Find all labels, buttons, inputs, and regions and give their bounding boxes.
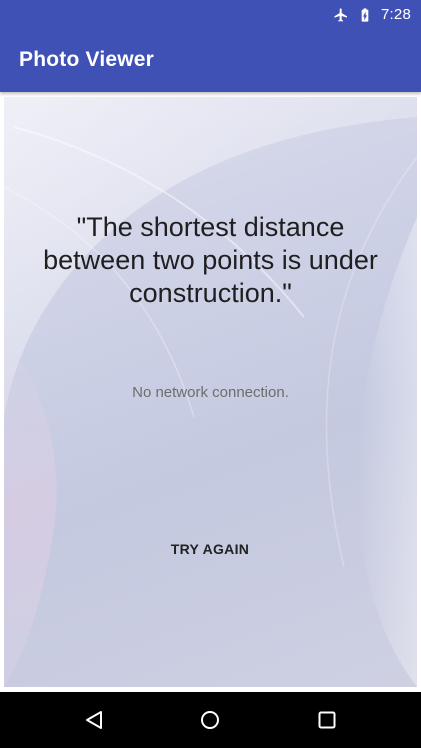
back-button[interactable]: [80, 706, 108, 734]
home-button[interactable]: [196, 706, 224, 734]
error-card: "The shortest distance between two point…: [4, 97, 417, 687]
network-status-message: No network connection.: [132, 384, 289, 401]
navigation-bar: [0, 692, 421, 748]
status-bar: 7:28: [0, 0, 421, 29]
status-time: 7:28: [381, 6, 411, 23]
content-area: "The shortest distance between two point…: [0, 92, 421, 692]
app-bar: Photo Viewer: [0, 29, 421, 92]
back-icon: [86, 711, 102, 729]
phone-screen: 7:28 Photo Viewer "The shortest distance…: [0, 0, 421, 748]
recents-button[interactable]: [313, 706, 341, 734]
status-icons: 7:28: [333, 7, 411, 23]
battery-icon: [357, 7, 373, 23]
app-title: Photo Viewer: [19, 47, 155, 71]
airplane-mode-icon: [333, 7, 349, 23]
home-icon: [201, 711, 219, 729]
error-quote: "The shortest distance between two point…: [43, 212, 378, 308]
recents-icon: [318, 711, 336, 729]
try-again-button[interactable]: TRY AGAIN: [150, 529, 270, 569]
